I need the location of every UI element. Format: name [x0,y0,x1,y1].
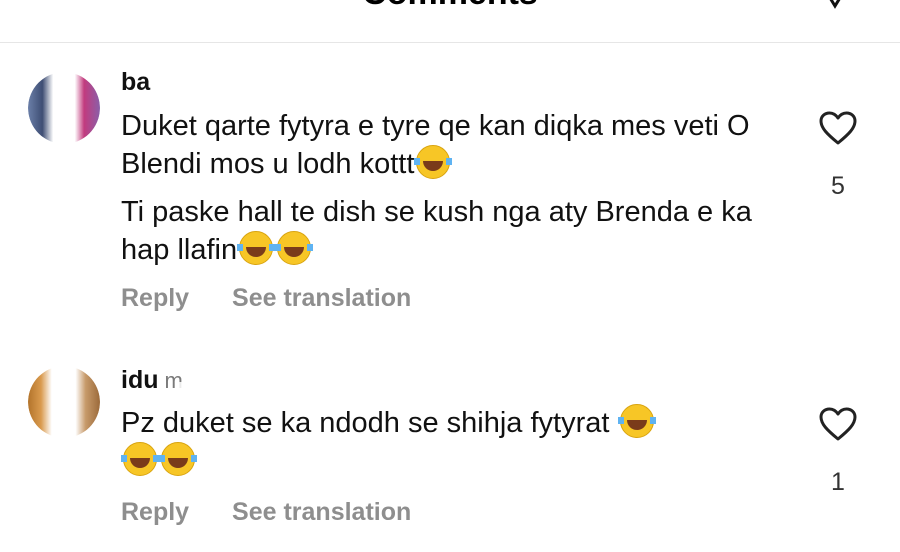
see-translation-button[interactable]: See translation [232,498,411,526]
reply-button[interactable]: Reply [121,498,189,526]
like-count: 5 [831,172,845,200]
comment-text-second: Ti paske hall te dish se kush nga aty Br… [121,194,781,269]
joy-emoji [617,404,656,438]
joy-emoji [414,145,453,179]
see-translation-button[interactable]: See translation [232,284,411,312]
comment-text-line: Pz duket se ka ndodh se shihja fytyrat [121,407,610,439]
avatar[interactable] [28,366,100,438]
joy-emoji [121,442,159,476]
comment-username[interactable]: idu m [121,366,183,395]
comment-actions: Reply See translation [121,284,447,313]
joy-emoji [237,231,276,265]
heart-outline-icon[interactable] [818,406,858,442]
reply-button[interactable]: Reply [121,284,189,312]
heart-outline-icon[interactable] [818,110,858,146]
page-title: Comments [0,0,900,13]
comment-item: bah Duket qarte fytyra e tyre qe kan diq… [0,62,900,332]
redaction-overlay [155,64,345,100]
avatar[interactable] [28,72,100,144]
like-count: 1 [831,468,845,496]
chevron-icon[interactable] [820,0,850,12]
username-text[interactable]: ba [121,68,150,96]
comment-actions: Reply See translation [121,498,447,527]
username-text[interactable]: idu [121,366,159,394]
comment-text-second-line: Ti paske hall te dish se kush nga aty Br… [121,196,752,266]
comment-item: idu m Pz duket se ka ndodh se shihja fyty… [0,362,900,542]
joy-emoji [275,231,314,265]
comments-header: Comments [0,0,900,43]
joy-emoji [159,442,197,476]
comment-text: Pz duket se ka ndodh se shihja fytyrat [121,404,781,480]
redaction-overlay [176,382,246,400]
comment-text: Duket qarte fytyra e tyre qe kan diqka m… [121,108,781,183]
